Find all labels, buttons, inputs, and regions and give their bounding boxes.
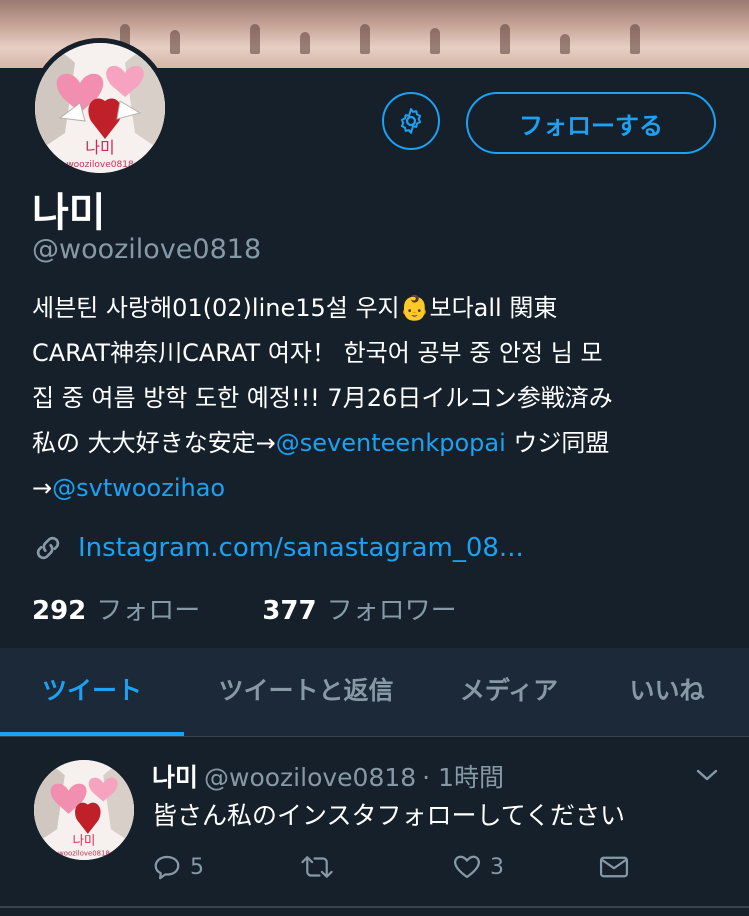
heart-icon — [454, 855, 480, 879]
follow-button[interactable]: フォローする — [466, 92, 716, 154]
profile-bio: 세븐틴 사랑해01(02)line15설 우지👶보다all 関東 CARAT神奈… — [32, 286, 722, 511]
bio-line: CARAT神奈川CARAT 여자！ 한국어 공부 중 안정 님 모 — [32, 339, 603, 367]
following-count: 292 — [32, 596, 87, 626]
bio-text: ウジ同盟 — [505, 429, 610, 457]
avatar-image: 나미 woozilove0818 — [34, 760, 134, 860]
gear-icon — [401, 108, 421, 134]
profile-tabs: ツイート ツイートと返信 メディア いいね — [0, 648, 749, 737]
retweet-icon — [301, 856, 333, 878]
svg-text:woozilove0818: woozilove0818 — [66, 160, 134, 170]
link-icon — [36, 536, 60, 560]
tweet-avatar[interactable]: 나미 woozilove0818 — [34, 760, 134, 860]
tab-tweets-and-replies[interactable]: ツイートと返信 — [196, 648, 416, 736]
like-count: 3 — [490, 854, 504, 880]
bio-line: 私の 大大好きな安定→@seventeenkpopai ウジ同盟 — [32, 421, 722, 466]
tweet-actions: 5 3 — [152, 852, 652, 888]
followers-label: フォロワー — [326, 596, 457, 626]
mention-link[interactable]: @seventeenkpopai — [276, 429, 506, 457]
tweet-text: 皆さん私のインスタフォローしてください — [152, 801, 626, 830]
profile-handle: @woozilove0818 — [32, 234, 262, 265]
profile-display-name: 나미 — [32, 190, 106, 236]
following-stat[interactable]: 292 フォロー — [32, 590, 200, 627]
bio-text: 私の 大大好きな安定→ — [32, 429, 276, 457]
bio-line: 집 중 여름 방학 도한 예정!!! 7月26日イルコン参戦済み — [32, 384, 613, 412]
tweet-author-handle[interactable]: @woozilove0818 — [204, 763, 416, 792]
website-link[interactable]: Instagram.com/sanastagram_08... — [78, 533, 524, 563]
envelope-icon — [599, 856, 629, 878]
svg-text:woozilove0818: woozilove0818 — [58, 849, 110, 857]
reply-icon — [154, 855, 180, 880]
followers-stat[interactable]: 377 フォロワー — [262, 590, 456, 627]
profile-avatar[interactable]: 나미 woozilove0818 — [30, 38, 170, 178]
tab-tweets[interactable]: ツイート — [0, 648, 184, 736]
divider — [0, 906, 749, 908]
avatar-image: 나미 woozilove0818 — [35, 43, 165, 173]
bio-text: → — [32, 474, 53, 502]
chevron-down-icon — [696, 769, 718, 781]
bio-line: →@svtwoozihao — [32, 466, 722, 511]
followers-count: 377 — [262, 596, 317, 626]
tweet-author-name[interactable]: 나미 — [152, 763, 198, 792]
tab-media[interactable]: メディア — [434, 648, 584, 736]
like-button[interactable]: 3 — [452, 852, 504, 882]
reply-count: 5 — [190, 854, 204, 880]
svg-text:나미: 나미 — [85, 138, 114, 157]
reply-button[interactable]: 5 — [152, 852, 204, 882]
direct-message-button[interactable] — [598, 852, 630, 882]
settings-button[interactable] — [382, 92, 440, 150]
tweet-time[interactable]: · 1時間 — [422, 763, 504, 792]
profile-stats: 292 フォロー 377 フォロワー — [32, 590, 519, 627]
svg-text:나미: 나미 — [73, 834, 96, 848]
mention-link[interactable]: @svtwoozihao — [52, 474, 225, 502]
tab-likes[interactable]: いいね — [602, 648, 732, 736]
tweet-menu-button[interactable] — [694, 766, 720, 788]
following-label: フォロー — [96, 596, 201, 626]
bio-line: 세븐틴 사랑해01(02)line15설 우지👶보다all 関東 — [32, 294, 558, 322]
retweet-button[interactable] — [300, 852, 342, 882]
tweet-header: 나미 @woozilove0818 · 1時間 — [152, 758, 504, 794]
profile-website[interactable]: Instagram.com/sanastagram_08... — [32, 532, 524, 564]
